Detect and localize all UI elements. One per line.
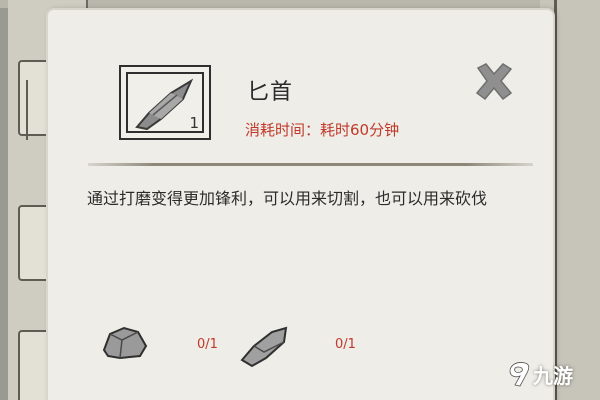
material-count: 0/1 — [335, 337, 356, 352]
9you-logo-icon — [509, 362, 530, 387]
rock-icon — [102, 326, 148, 360]
item-slot: 1 — [72, 65, 212, 141]
background-rail — [554, 0, 557, 400]
game-screen: 1 匕首 消耗时间：耗时60分钟 通过打磨变得更加锋利，可以用来切割，也可以用来… — [0, 0, 600, 400]
watermark: 九游 — [505, 356, 573, 392]
close-icon — [475, 63, 513, 101]
close-button[interactable] — [472, 60, 516, 104]
item-slot-frame: 1 — [119, 65, 211, 140]
item-name: 匕首 — [247, 80, 294, 105]
item-description: 通过打磨变得更加锋利，可以用来切割，也可以用来砍伐 — [87, 189, 488, 208]
flint-shard-icon — [240, 326, 288, 368]
craft-time-text: 消耗时间：耗时60分钟 — [245, 121, 400, 139]
watermark-text: 九游 — [533, 363, 573, 388]
background-line — [26, 80, 28, 140]
material-count: 0/1 — [197, 337, 218, 352]
background-top-strip — [0, 0, 600, 8]
divider — [88, 163, 533, 166]
item-count: 1 — [189, 114, 199, 132]
